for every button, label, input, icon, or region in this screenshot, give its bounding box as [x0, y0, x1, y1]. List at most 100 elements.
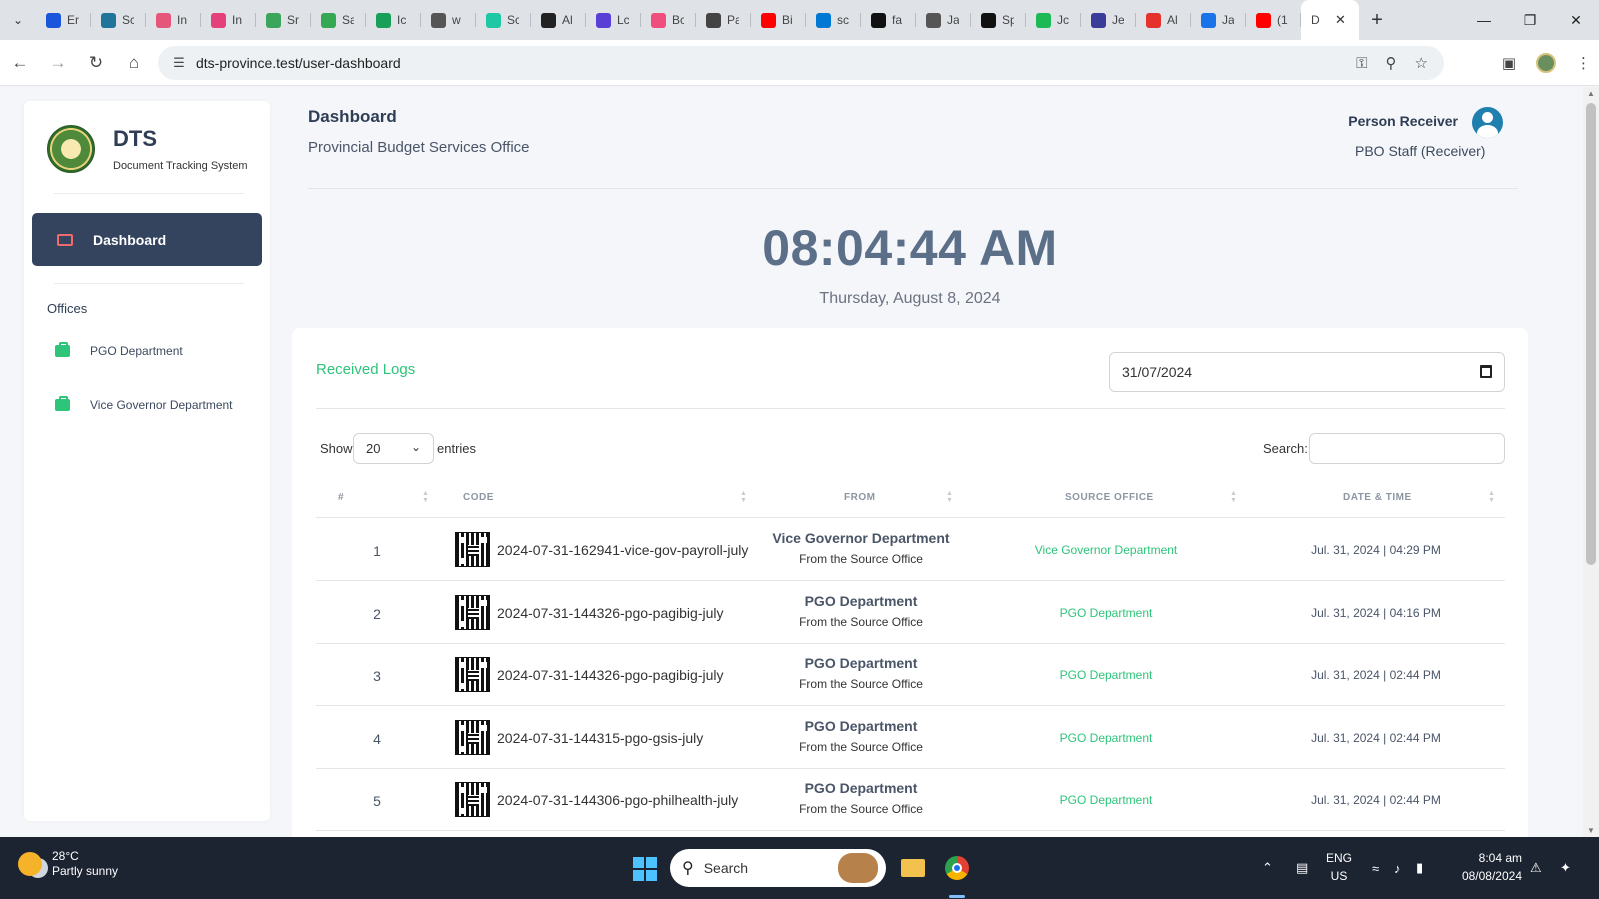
col-header-code[interactable]: CODE: [463, 492, 494, 503]
password-key-icon[interactable]: ⚿: [1356, 55, 1367, 72]
reload-icon[interactable]: ↻: [78, 45, 114, 81]
tab-title: fa: [892, 13, 903, 27]
qr-code-icon[interactable]: [455, 594, 490, 630]
wifi-icon[interactable]: ≈: [1372, 837, 1379, 899]
table-row[interactable]: 2 2024-07-31-144326-pgo-pagibig-july PGO D…: [316, 582, 1505, 644]
col-header-num[interactable]: #: [338, 492, 344, 503]
menu-kebab-icon[interactable]: ⋮: [1576, 54, 1591, 72]
system-clock[interactable]: 8:04 am 08/08/2024: [1450, 849, 1522, 885]
tab-title: Al: [562, 13, 573, 27]
new-tab-icon[interactable]: +: [1359, 9, 1395, 32]
battery-icon[interactable]: ▮: [1416, 837, 1423, 899]
browser-tab[interactable]: (1: [1246, 0, 1301, 40]
brand-name: DTS: [113, 126, 157, 151]
browser-tab[interactable]: In: [146, 0, 201, 40]
tab-favicon-icon: [321, 12, 336, 28]
browser-tab[interactable]: In: [201, 0, 256, 40]
browser-tab[interactable]: Sc: [91, 0, 146, 40]
back-icon[interactable]: ←: [2, 45, 38, 81]
address-bar[interactable]: ☰ dts-province.test/user-dashboard ⚿ ⚲ ☆: [158, 46, 1444, 80]
site-info-icon[interactable]: ☰: [164, 55, 194, 71]
table-row[interactable]: 1 2024-07-31-162941-vice-gov-payroll-july…: [316, 519, 1505, 581]
toolbar-right: ▣ ⋮: [1502, 46, 1591, 80]
scroll-up-icon[interactable]: ▲: [1583, 89, 1599, 98]
tab-favicon-icon: [376, 12, 391, 28]
language-indicator[interactable]: ENG US: [1324, 849, 1354, 885]
tab-search-icon[interactable]: ⌄: [0, 0, 36, 40]
browser-tab[interactable]: Er: [36, 0, 91, 40]
col-header-from[interactable]: FROM: [844, 492, 875, 503]
user-name[interactable]: Person Receiver: [1348, 113, 1458, 129]
zoom-icon[interactable]: ⚲: [1386, 54, 1397, 72]
weather-temp: 28°C: [52, 849, 79, 863]
search-icon: ⚲: [682, 860, 694, 877]
browser-tab[interactable]: Jc: [1026, 0, 1081, 40]
source-office: Vice Governor Department: [1034, 543, 1178, 557]
browser-tab[interactable]: Al: [531, 0, 586, 40]
notification-bell-icon[interactable]: ⚠: [1530, 837, 1542, 899]
browser-tab[interactable]: Je: [1081, 0, 1136, 40]
date-filter-input[interactable]: 31/07/2024: [1109, 352, 1505, 392]
browser-tab[interactable]: sc: [806, 0, 861, 40]
browser-tab[interactable]: Bc: [641, 0, 696, 40]
browser-tab[interactable]: Sp: [971, 0, 1026, 40]
volume-icon[interactable]: ♪: [1394, 837, 1401, 899]
sidebar-item-vice-governor[interactable]: Vice Governor Department: [55, 396, 233, 412]
tab-title: In: [232, 13, 243, 27]
keyboard-icon[interactable]: ▤: [1296, 837, 1308, 899]
browser-tab[interactable]: Bi: [751, 0, 806, 40]
copilot-icon[interactable]: ✦: [1560, 837, 1571, 899]
sidebar-item-pgo[interactable]: PGO Department: [55, 342, 183, 358]
file-explorer-icon[interactable]: [896, 851, 930, 885]
browser-tab[interactable]: Pa: [696, 0, 751, 40]
close-tab-icon[interactable]: ✕: [1335, 12, 1346, 28]
col-header-source-office[interactable]: SOURCE OFFICE: [1065, 492, 1154, 503]
browser-tab[interactable]: Ic: [366, 0, 421, 40]
qr-code-icon[interactable]: [455, 532, 490, 567]
show-hidden-icons[interactable]: ⌃: [1262, 837, 1273, 899]
table-row[interactable]: 5 2024-07-31-144306-pgo-philhealth-july PG…: [316, 769, 1505, 831]
scroll-down-icon[interactable]: ▼: [1583, 826, 1599, 835]
table-search-input[interactable]: [1309, 433, 1505, 464]
page-scrollbar[interactable]: ▲ ▼: [1583, 87, 1599, 837]
table-row[interactable]: 3 2024-07-31-144326-pgo-pagibig-july PGO D…: [316, 644, 1505, 706]
qr-code-icon[interactable]: [455, 782, 490, 817]
browser-tab[interactable]: Ja: [1191, 0, 1246, 40]
taskbar-search[interactable]: ⚲ Search: [670, 849, 886, 887]
forward-icon[interactable]: →: [40, 45, 76, 81]
weather-widget[interactable]: 28°C Partly sunny: [18, 849, 118, 879]
entries-select[interactable]: 20 ⌄: [353, 433, 434, 464]
qr-code-icon[interactable]: [455, 657, 490, 692]
qr-code-icon[interactable]: [455, 719, 490, 755]
chrome-icon[interactable]: [940, 851, 974, 885]
browser-tab[interactable]: Lc: [586, 0, 641, 40]
home-icon[interactable]: ⌂: [116, 45, 152, 81]
scrollbar-thumb[interactable]: [1586, 103, 1596, 565]
card-title: Received Logs: [316, 361, 416, 378]
profile-avatar[interactable]: [1536, 53, 1556, 73]
extensions-icon[interactable]: ▣: [1502, 54, 1516, 72]
col-header-date-time[interactable]: DATE & TIME: [1343, 492, 1412, 503]
browser-tab[interactable]: Sa: [311, 0, 366, 40]
active-tab[interactable]: D ✕: [1301, 0, 1359, 40]
from-cell: PGO Department From the Source Office: [746, 718, 976, 754]
maximize-icon[interactable]: ❐: [1507, 0, 1553, 40]
card-divider: [316, 408, 1505, 409]
close-window-icon[interactable]: ✕: [1553, 0, 1599, 40]
browser-tab[interactable]: Al: [1136, 0, 1191, 40]
browser-tab[interactable]: Sr: [256, 0, 311, 40]
tab-favicon-icon: [266, 12, 281, 28]
tab-favicon-icon: [431, 12, 446, 28]
browser-tab[interactable]: Sc: [476, 0, 531, 40]
table-row[interactable]: 4 2024-07-31-144315-pgo-gsis-july PGO Depa…: [316, 707, 1505, 769]
browser-tab[interactable]: fa: [861, 0, 916, 40]
sidebar-item-dashboard[interactable]: Dashboard: [32, 213, 262, 266]
minimize-icon[interactable]: —: [1461, 0, 1507, 40]
date-time: Jul. 31, 2024 | 04:16 PM: [1311, 605, 1441, 620]
user-avatar-icon[interactable]: [1472, 107, 1503, 138]
browser-tab[interactable]: Ja: [916, 0, 971, 40]
bookmark-star-icon[interactable]: ☆: [1415, 54, 1428, 72]
windows-start-icon[interactable]: [633, 857, 657, 881]
browser-tab[interactable]: w: [421, 0, 476, 40]
calendar-icon[interactable]: [1480, 365, 1492, 378]
